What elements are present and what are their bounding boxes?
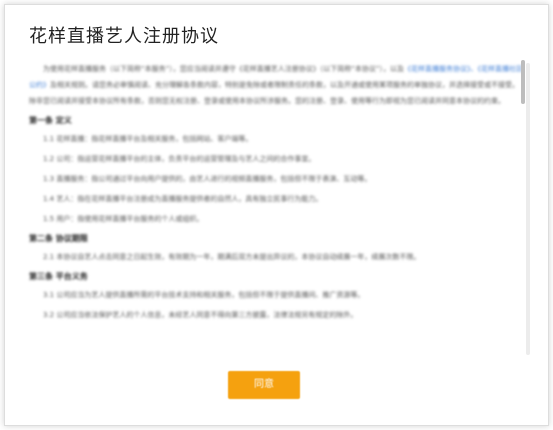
agree-button[interactable]: 同意 [228,371,300,399]
agreement-dialog: 花样直播艺人注册协议 为使用花样直播服务（以下简称“本服务”），您应当阅读并遵守… [4,4,549,426]
section-paragraph: 1.1 花样直播：指花样直播平台及相关服务，包括网站、客户端等。 [43,135,253,143]
section-heading: 第二条 协议期限 [29,234,88,243]
section-heading: 第一条 定义 [29,116,72,125]
section-paragraph: 1.3 直播服务：指公司通过平台向用户提供的，由艺人进行的视频直播服务，包括但不… [43,175,372,183]
section-paragraph: 3.2 公司应当依法保护艺人的个人信息，未经艺人同意不得向第三方披露，法律法规另… [43,311,358,319]
section-paragraph: 1.2 公司：指运营花样直播平台的主体，负责平台的运营管理及与艺人之间的合作事宜… [43,155,316,163]
section-paragraph: 3.1 公司应当为艺人提供直播所需的平台技术支持和相关服务，包括但不限于提供直播… [43,291,365,299]
section-paragraph: 2.1 本协议自艺人点击同意之日起生效，有效期为一年，期满后双方未提出异议的，本… [43,253,421,261]
agreement-content[interactable]: 为使用花样直播服务（以下简称“本服务”），您应当阅读并遵守《花样直播艺人注册协议… [29,61,525,357]
agreement-intro: 为使用花样直播服务（以下简称“本服务”），您应当阅读并遵守《花样直播艺人注册协议… [29,65,524,105]
section-paragraph: 1.5 用户：指使用花样直播平台服务的个人或组织。 [43,215,204,223]
scrollbar-track[interactable] [526,63,530,355]
dialog-title: 花样直播艺人注册协议 [29,26,219,47]
scrollbar-thumb[interactable] [521,60,525,104]
section-paragraph: 1.4 艺人：指在花样直播平台注册成为直播服务提供者的自然人，具有独立民事行为能… [43,195,323,203]
section-heading: 第三条 平台义务 [29,272,88,281]
